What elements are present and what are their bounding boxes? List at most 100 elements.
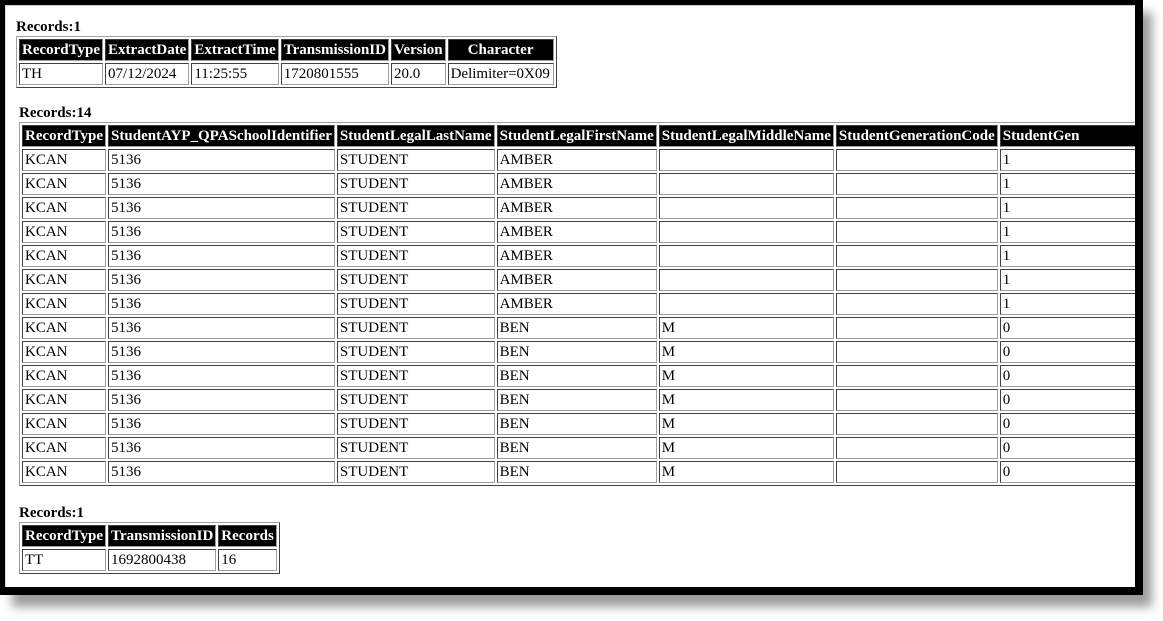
table-cell: KCAN [22,389,107,411]
column-header: StudentGenerationCode [835,125,998,147]
table-cell: STUDENT [336,437,495,459]
table-cell [835,173,998,195]
table-cell: KCAN [22,413,107,435]
table-row: KCAN 5136 STUDENT AMBER 1 [22,245,1135,267]
table-cell: 20.0 [390,63,446,85]
column-header: StudentLegalFirstName [496,125,657,147]
table-cell: 5136 [108,173,335,195]
table-cell: 5136 [108,365,335,387]
header-record-section: Records:1 RecordType ExtractDate Extract… [16,19,557,88]
table-cell [658,245,834,267]
table-row: KCAN 5136 STUDENT AMBER 1 [22,293,1135,315]
trailer-record-table: RecordType TransmissionID Records TT 169… [19,522,280,574]
table-cell: 1 [999,173,1135,195]
table-cell [835,197,998,219]
table-cell [835,461,998,483]
table-cell: 0 [999,413,1135,435]
table-row: KCAN 5136 STUDENT AMBER 1 [22,197,1135,219]
table-cell: KCAN [22,341,107,363]
table-cell [658,269,834,291]
table-cell: 5136 [108,221,335,243]
table-cell [835,341,998,363]
table-cell: TT [22,549,107,571]
table-row: KCAN 5136 STUDENT BEN M 0 [22,317,1135,339]
table-cell: M [658,365,834,387]
extract-page: Records:1 RecordType ExtractDate Extract… [5,5,1135,587]
column-header: Character [447,39,554,61]
table-cell: STUDENT [336,149,495,171]
table-cell: BEN [496,413,657,435]
table-cell [835,293,998,315]
detail-record-section: Records:14 RecordType StudentAYP_QPAScho… [19,105,1135,486]
table-row: KCAN 5136 STUDENT BEN M 0 [22,437,1135,459]
column-header: Version [390,39,446,61]
table-header-row: RecordType ExtractDate ExtractTime Trans… [19,39,554,61]
table-cell: 5136 [108,413,335,435]
table-cell: 5136 [108,293,335,315]
table-cell: STUDENT [336,317,495,339]
table-cell: BEN [496,461,657,483]
table-cell: 5136 [108,269,335,291]
table-cell: 1 [999,269,1135,291]
table-cell [835,221,998,243]
table-cell: 07/12/2024 [105,63,190,85]
column-header: RecordType [22,125,107,147]
table-cell: AMBER [496,269,657,291]
detail-records-count: Records:14 [19,105,92,121]
table-cell: 0 [999,437,1135,459]
header-records-count: Records:1 [16,19,81,35]
table-cell: STUDENT [336,221,495,243]
table-cell [658,197,834,219]
table-cell [835,389,998,411]
table-cell [658,149,834,171]
table-cell: KCAN [22,293,107,315]
table-cell: 1720801555 [280,63,389,85]
trailer-records-count: Records:1 [19,505,84,521]
detail-record-table: RecordType StudentAYP_QPASchoolIdentifie… [19,122,1135,486]
table-cell: 16 [218,549,277,571]
table-cell: M [658,413,834,435]
table-cell: KCAN [22,197,107,219]
table-cell: BEN [496,341,657,363]
table-cell: KCAN [22,365,107,387]
table-cell: 1 [999,149,1135,171]
table-cell: TH [19,63,104,85]
table-cell: KCAN [22,437,107,459]
table-cell: 0 [999,341,1135,363]
table-cell: 1 [999,245,1135,267]
table-cell: KCAN [22,461,107,483]
table-row: KCAN 5136 STUDENT BEN M 0 [22,389,1135,411]
column-header: StudentLegalMiddleName [658,125,834,147]
table-cell: M [658,437,834,459]
table-cell: M [658,389,834,411]
table-cell: AMBER [496,245,657,267]
table-cell [835,245,998,267]
table-row: KCAN 5136 STUDENT BEN M 0 [22,461,1135,483]
table-row: TH 07/12/2024 11:25:55 1720801555 20.0 D… [19,63,554,85]
table-cell: STUDENT [336,197,495,219]
table-cell: M [658,461,834,483]
table-row: KCAN 5136 STUDENT AMBER 1 [22,221,1135,243]
table-cell: 5136 [108,149,335,171]
table-cell [658,173,834,195]
table-cell: STUDENT [336,173,495,195]
table-cell: STUDENT [336,269,495,291]
column-header: Records [218,525,277,547]
table-cell: STUDENT [336,461,495,483]
column-header: ExtractDate [105,39,190,61]
table-cell: STUDENT [336,389,495,411]
table-row: KCAN 5136 STUDENT AMBER 1 [22,173,1135,195]
column-header: ExtractTime [191,39,279,61]
column-header: RecordType [19,39,104,61]
table-cell: 0 [999,365,1135,387]
table-cell: 0 [999,461,1135,483]
table-row: KCAN 5136 STUDENT BEN M 0 [22,413,1135,435]
table-cell [658,293,834,315]
table-cell: M [658,317,834,339]
table-cell: BEN [496,389,657,411]
column-header: RecordType [22,525,107,547]
table-cell: AMBER [496,173,657,195]
table-cell: 0 [999,389,1135,411]
detail-table-body: KCAN 5136 STUDENT AMBER 1 KCAN 5136 STUDENT AMBE… [22,149,1135,483]
table-cell: BEN [496,317,657,339]
